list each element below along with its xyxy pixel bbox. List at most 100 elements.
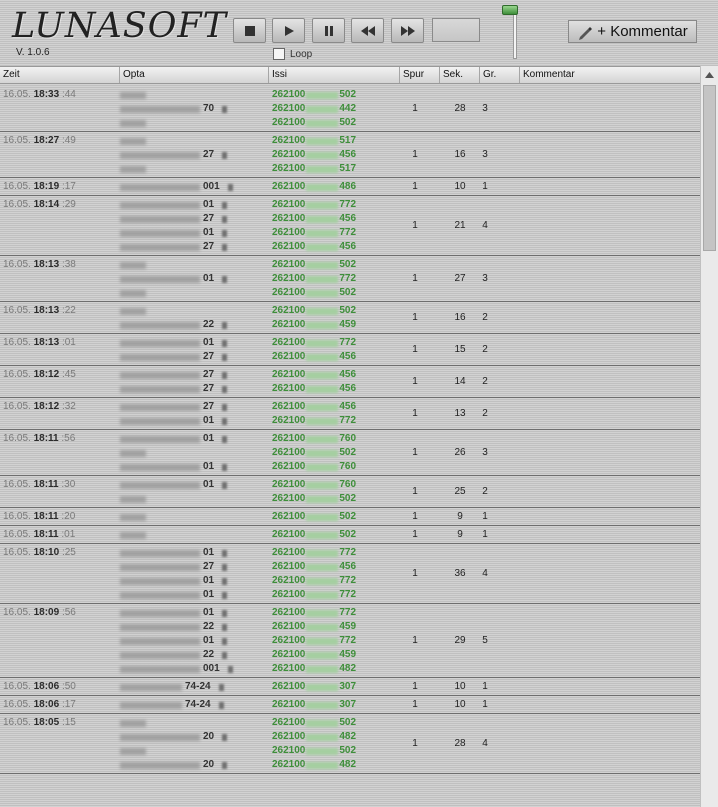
redacted-text [120, 701, 182, 709]
signal-indicator-icon [222, 201, 228, 209]
scroll-up-arrow-icon[interactable] [701, 66, 718, 83]
loop-checkbox[interactable]: Loop [273, 48, 312, 60]
opta-cell: 01Luna01 [120, 432, 228, 474]
issi-cell: 262100 517 262100 456 262100 517 [272, 134, 356, 176]
table-row[interactable]: 16.05. 18:11 :20Luna262100502191 [0, 508, 700, 526]
table-row[interactable]: 16.05. 18:11 :01Luna262100502191 [0, 526, 700, 544]
table-row[interactable]: 16.05. 18:06 :17 74-24 262100 307 1 10 1 [0, 696, 700, 714]
signal-indicator-icon [222, 761, 228, 769]
column-header-gr[interactable]: Gr. [480, 67, 520, 83]
time-cell: 16.05. 18:06 :17 [3, 698, 76, 712]
seconds-text: :32 [61, 401, 76, 412]
add-comment-button[interactable]: + Kommentar [568, 20, 697, 43]
opta-suffix: 27 [203, 383, 215, 394]
time-cell: 16.05. 18:13 :38 [3, 258, 76, 272]
table-row[interactable]: 16.05. 18:11 :5601Luna012621007602621005… [0, 430, 700, 476]
rewind-button[interactable] [351, 18, 384, 43]
issi-prefix: 262100 [272, 89, 306, 100]
table-row[interactable]: 16.05. 18:13 :38Luna01Luna26210050226210… [0, 256, 700, 302]
slider-track[interactable] [513, 9, 517, 59]
issi-suffix: 307 [339, 681, 357, 692]
redacted-text [306, 463, 339, 471]
column-header-spur[interactable]: Spur [400, 67, 440, 83]
issi-prefix: 262100 [272, 621, 306, 632]
opta-line: 01 [120, 546, 228, 560]
issi-prefix: 262100 [272, 259, 306, 270]
table-row[interactable]: 16.05. 18:12 :32 27 01 262100 456 262100 772 1 1… [0, 398, 700, 430]
table-row[interactable]: 16.05. 18:27 :49Luna27Luna26210051726210… [0, 132, 700, 178]
issi-line: 262100 442 [272, 102, 356, 116]
table-row[interactable]: 16.05. 18:13 :22 Luna22 262100 502 262100 459… [0, 302, 700, 334]
forward-button[interactable] [391, 18, 424, 43]
issi-cell: 262100 760 262100 502 [272, 478, 356, 506]
column-header-sek[interactable]: Sek. [440, 67, 480, 83]
issi-suffix: 456 [339, 213, 357, 224]
issi-prefix: 262100 [272, 433, 306, 444]
checkbox-icon[interactable] [273, 48, 285, 60]
pause-button[interactable] [312, 18, 345, 43]
play-button[interactable] [272, 18, 305, 43]
issi-prefix: 262100 [272, 649, 306, 660]
redacted-text [120, 339, 200, 347]
redacted-text [306, 651, 339, 659]
signal-indicator-icon [222, 353, 228, 361]
redacted-text [120, 307, 146, 315]
redacted-text [306, 733, 339, 741]
redacted-text [306, 747, 339, 755]
issi-suffix: 772 [339, 575, 357, 586]
table-row[interactable]: 16.05. 18:10 :25 01 27 01 01 262100 772 262100 4… [0, 544, 700, 604]
vertical-scrollbar[interactable] [700, 66, 718, 807]
column-header-opta[interactable]: Opta [120, 67, 269, 83]
redacted-text [120, 229, 200, 237]
opta-cell: Luna22 [120, 304, 228, 332]
table-row[interactable]: 16.05. 18:05 :15Luna20Luna20262100502262… [0, 714, 700, 774]
seconds-text: :15 [61, 717, 76, 728]
redacted-text [120, 201, 200, 209]
table-row[interactable]: 16.05. 18:19 :17 001 262100 486 1 10 1 [0, 178, 700, 196]
opta-line: 70 [120, 102, 228, 116]
redacted-text [120, 577, 200, 585]
add-comment-label: + Kommentar [597, 23, 688, 40]
redacted-text [306, 261, 339, 269]
table-row[interactable]: 16.05. 18:12 :45 27 27 262100 456 262100 456 1 1… [0, 366, 700, 398]
issi-line: 262100 502 [272, 446, 356, 460]
redacted-text [306, 91, 339, 99]
redacted-text [306, 137, 339, 145]
stop-button[interactable] [233, 18, 266, 43]
slider-knob[interactable] [502, 5, 518, 15]
redacted-text [120, 243, 200, 251]
opta-line: 20 [120, 758, 228, 772]
issi-cell: 262100 502 [272, 510, 356, 524]
issi-cell: 262100 456 262100 456 [272, 368, 356, 396]
volume-slider[interactable] [502, 3, 528, 59]
issi-line: 262100 502 [272, 116, 356, 130]
issi-prefix: 262100 [272, 607, 306, 618]
table-row[interactable]: 16.05. 18:14 :29 01 27 01 27 262100 772 262100 4… [0, 196, 700, 256]
table-row[interactable]: 16.05. 18:11 :30 01 Luna 262100 760 262100 502… [0, 476, 700, 508]
opta-line: 01 [120, 478, 228, 492]
issi-suffix: 482 [339, 663, 357, 674]
column-header-issi[interactable]: Issi [269, 67, 400, 83]
opta-cell: Luna01Luna [120, 258, 228, 300]
column-header-kommentar[interactable]: Kommentar [520, 67, 700, 83]
column-header-zeit[interactable]: Zeit [0, 67, 120, 83]
issi-cell: 262100 772 262100 456 262100 772 262100 772 [272, 546, 356, 602]
opta-line: 27 [120, 368, 228, 382]
scrollbar-thumb[interactable] [703, 85, 716, 251]
date-text: 16.05. [3, 433, 31, 444]
redacted-text [306, 563, 339, 571]
opta-cell: Luna70Luna [120, 88, 228, 130]
table-row[interactable]: 16.05. 18:06 :50 74-24 262100 307 1 10 1 [0, 678, 700, 696]
issi-prefix: 262100 [272, 663, 306, 674]
redacted-text [120, 609, 200, 617]
date-text: 16.05. [3, 337, 31, 348]
issi-line: 262100 502 [272, 744, 356, 758]
gr-cell: 2 [482, 344, 488, 355]
opta-line: 01 [120, 588, 228, 602]
time-text: 18:33 [33, 89, 60, 100]
table-row[interactable]: 16.05. 18:13 :01 01 27 262100 772 262100 456 1 1… [0, 334, 700, 366]
opta-cell: 01 27 01 01 [120, 546, 228, 602]
table-row[interactable]: 16.05. 18:33 :44Luna70Luna26210050226210… [0, 86, 700, 132]
seconds-text: :56 [61, 433, 76, 444]
table-row[interactable]: 16.05. 18:09 :56 01 22 01 22 001 262100 772 2621… [0, 604, 700, 678]
